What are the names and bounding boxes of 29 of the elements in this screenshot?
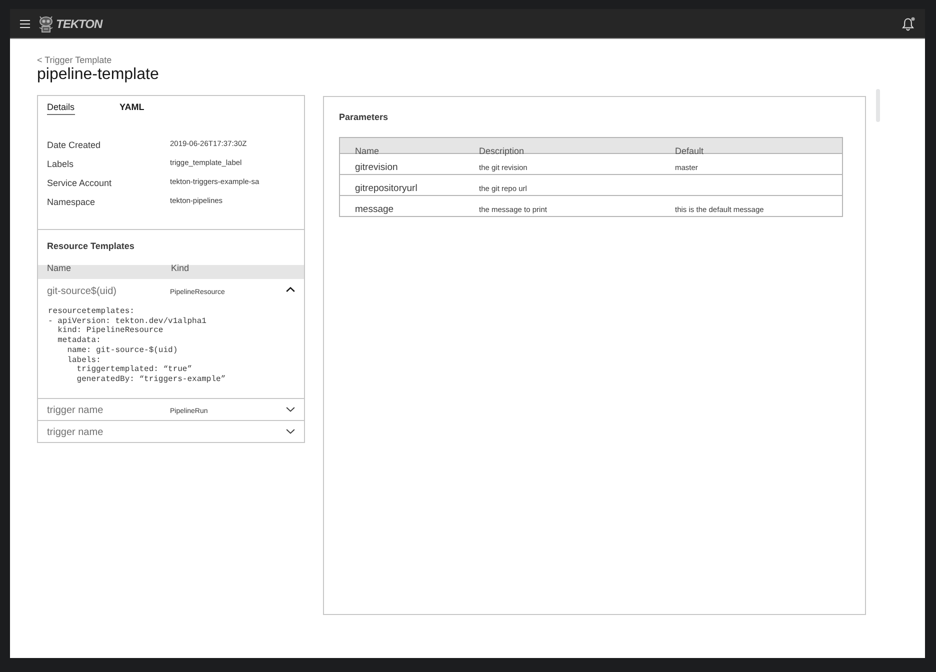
resource-name: git-source$(uid) bbox=[47, 286, 116, 296]
resource-name: trigger name bbox=[47, 405, 104, 416]
breadcrumb-link[interactable]: < Trigger Template bbox=[37, 55, 112, 66]
page-title: pipeline-template bbox=[37, 66, 159, 84]
yaml-code: resourcetemplates: - apiVersion: tekton.dev/v1alpha1 kind: PipelineResource metadata: name: git-source-$(uid) labels: triggertemplated: “true” generatedBy: “triggers-example” bbox=[48, 307, 226, 385]
chevron-down-icon[interactable] bbox=[286, 428, 295, 434]
chevron-up-icon[interactable] bbox=[286, 287, 295, 292]
field-label: Service Account bbox=[47, 178, 112, 188]
tab[interactable]: YAML bbox=[120, 102, 144, 115]
table-cell: gitrepositoryurl bbox=[355, 183, 418, 194]
column-header: Description bbox=[479, 146, 524, 156]
section-title: Parameters bbox=[339, 111, 388, 123]
section-title: Resource Templates bbox=[47, 240, 134, 252]
column-header: Name bbox=[47, 263, 72, 273]
chevron-down-icon[interactable] bbox=[286, 406, 295, 412]
mascot-logo-icon bbox=[38, 14, 54, 32]
column-header: Name bbox=[355, 146, 380, 156]
notification-bell-icon[interactable] bbox=[902, 16, 915, 30]
table-cell: gitrevision bbox=[355, 162, 398, 173]
column-header: Default bbox=[675, 146, 704, 156]
table-cell: message bbox=[355, 204, 394, 215]
resource-name: trigger name bbox=[47, 427, 104, 438]
column-header: Kind bbox=[171, 263, 190, 273]
menu-icon[interactable] bbox=[20, 20, 30, 28]
field-label: Namespace bbox=[47, 196, 96, 206]
brand-logo-text: TEKTON bbox=[56, 16, 102, 30]
field-label: Date Created bbox=[47, 140, 101, 150]
tab[interactable]: Details bbox=[47, 102, 75, 115]
field-label: Labels bbox=[47, 158, 74, 168]
